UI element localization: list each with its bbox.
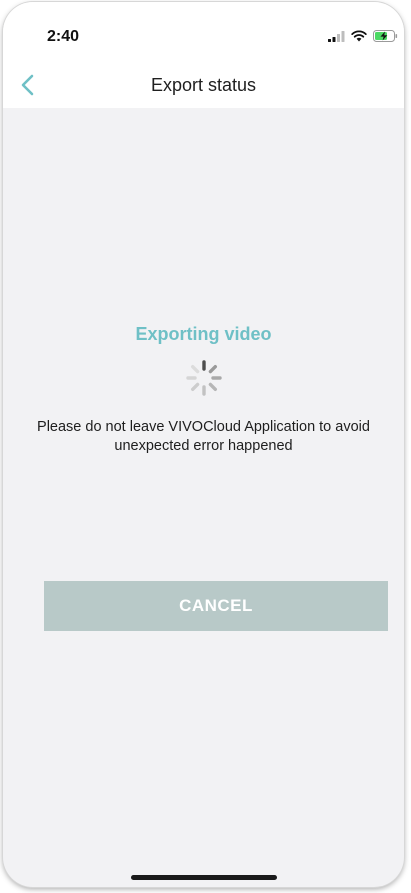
status-icons <box>328 29 398 47</box>
header: 2:40 Export status <box>3 2 404 108</box>
status-bar: 2:40 <box>3 2 404 54</box>
loading-spinner-icon <box>184 358 224 398</box>
battery-charging-icon <box>373 29 398 47</box>
status-time: 2:40 <box>47 28 80 45</box>
warning-message: Please do not leave VIVOCloud Applicatio… <box>37 419 370 454</box>
export-status-heading: Exporting video <box>135 324 272 344</box>
main-content: Exporting video Please do not leave VIVO… <box>3 108 404 887</box>
wifi-icon <box>351 29 367 47</box>
page-title: Export status <box>150 75 257 95</box>
home-indicator[interactable] <box>130 875 277 880</box>
phone-screen: 2:40 Export status Exporting video Pleas… <box>3 2 404 887</box>
cellular-signal-icon <box>328 29 345 47</box>
cancel-button[interactable]: CANCEL <box>44 581 388 631</box>
nav-bar: Export status <box>3 66 404 108</box>
